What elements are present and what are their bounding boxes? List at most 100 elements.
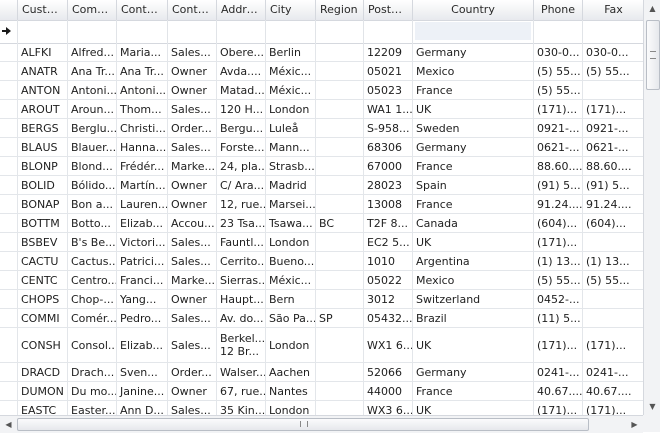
cell-region[interactable]: [316, 233, 364, 251]
row-indicator[interactable]: [0, 176, 18, 194]
cell-region[interactable]: [316, 271, 364, 289]
cell-region[interactable]: [316, 382, 364, 400]
cell-phone[interactable]: (91) 5...: [534, 176, 583, 194]
cell-phone[interactable]: 030-0...: [534, 43, 583, 61]
vertical-scroll-thumb[interactable]: [646, 20, 660, 90]
table-row[interactable]: EASTC Easter... Ann D... Sales... 35 Kin... L…: [0, 401, 643, 415]
row-indicator[interactable]: [0, 81, 18, 99]
cell-customer-id[interactable]: BERGS: [18, 119, 68, 137]
cell-fax[interactable]: [583, 81, 643, 99]
row-indicator[interactable]: [0, 382, 18, 400]
cell-contact-title[interactable]: Sales...: [168, 252, 217, 270]
cell-company[interactable]: Bon a...: [68, 195, 117, 213]
cell-region[interactable]: [316, 290, 364, 308]
cell-city[interactable]: São Pa...: [266, 309, 316, 327]
table-row[interactable]: DRACD Drach... Sven... Order... Walser... Aac…: [0, 363, 643, 382]
filter-cell-phone[interactable]: [534, 20, 583, 43]
cell-city[interactable]: Aachen: [266, 363, 316, 381]
cell-customer-id[interactable]: COMMI: [18, 309, 68, 327]
table-row[interactable]: COMMI Comér... Pedro... Sales... Av. do... Sã…: [0, 309, 643, 328]
cell-contact-title[interactable]: Sales...: [168, 138, 217, 156]
table-row[interactable]: CONSH Consol... Elizab... Sales... Berkel...…: [0, 328, 643, 363]
cell-address[interactable]: Berkel... 12 Br...: [217, 328, 266, 362]
cell-contact-title[interactable]: Sales...: [168, 401, 217, 415]
row-indicator[interactable]: [0, 119, 18, 137]
cell-address[interactable]: 120 H...: [217, 100, 266, 118]
cell-fax[interactable]: 0921-...: [583, 119, 643, 137]
cell-customer-id[interactable]: ANTON: [18, 81, 68, 99]
cell-fax[interactable]: 40.67....: [583, 382, 643, 400]
cell-postal[interactable]: 68306: [364, 138, 413, 156]
cell-customer-id[interactable]: DUMON: [18, 382, 68, 400]
cell-contact-title[interactable]: Accou...: [168, 214, 217, 232]
cell-company[interactable]: Antoni...: [68, 81, 117, 99]
cell-contact-title[interactable]: Order...: [168, 119, 217, 137]
row-indicator[interactable]: [0, 138, 18, 156]
cell-contact-title[interactable]: Order...: [168, 363, 217, 381]
cell-region[interactable]: SP: [316, 309, 364, 327]
filter-cell-fax[interactable]: [583, 20, 645, 43]
cell-postal[interactable]: WX3 6...: [364, 401, 413, 415]
cell-country[interactable]: UK: [413, 328, 534, 362]
cell-fax[interactable]: 88.60....: [583, 157, 643, 175]
cell-contact-title[interactable]: Owner: [168, 176, 217, 194]
table-row[interactable]: BOTTM Botto... Elizab... Accou... 23 Tsa... T…: [0, 214, 643, 233]
cell-fax[interactable]: (171)...: [583, 328, 643, 362]
column-header-address[interactable]: Address: [217, 0, 266, 20]
cell-phone[interactable]: 91.24....: [534, 195, 583, 213]
cell-region[interactable]: [316, 252, 364, 270]
cell-company[interactable]: Bólido...: [68, 176, 117, 194]
cell-customer-id[interactable]: CHOPS: [18, 290, 68, 308]
cell-fax[interactable]: (5) 55...: [583, 62, 643, 80]
table-row[interactable]: ALFKI Alfred... Maria... Sales... Obere... Be…: [0, 43, 643, 62]
column-header-country[interactable]: Country: [413, 0, 534, 20]
cell-region[interactable]: BC: [316, 214, 364, 232]
cell-contact-name[interactable]: Patrici...: [117, 252, 168, 270]
cell-country[interactable]: France: [413, 195, 534, 213]
table-row[interactable]: DUMON Du mo... Janine... Owner 67, rue... Nan…: [0, 382, 643, 401]
cell-contact-title[interactable]: Sales...: [168, 100, 217, 118]
cell-region[interactable]: [316, 100, 364, 118]
filter-cell-contact-title[interactable]: [168, 20, 217, 43]
cell-customer-id[interactable]: DRACD: [18, 363, 68, 381]
cell-company[interactable]: Alfred...: [68, 43, 117, 61]
cell-region[interactable]: [316, 119, 364, 137]
cell-company[interactable]: Cactus...: [68, 252, 117, 270]
cell-contact-name[interactable]: Sven...: [117, 363, 168, 381]
cell-contact-title[interactable]: Sales...: [168, 233, 217, 251]
cell-customer-id[interactable]: EASTC: [18, 401, 68, 415]
column-header-region[interactable]: Region: [316, 0, 364, 20]
cell-address[interactable]: Cerrito...: [217, 252, 266, 270]
cell-postal[interactable]: WA1 1...: [364, 100, 413, 118]
cell-contact-title[interactable]: Owner: [168, 62, 217, 80]
table-row[interactable]: ANATR Ana Tr... Ana Tr... Owner Avda.... Méxi…: [0, 62, 643, 81]
row-indicator[interactable]: [0, 363, 18, 381]
cell-address[interactable]: Fauntl...: [217, 233, 266, 251]
cell-postal[interactable]: 28023: [364, 176, 413, 194]
row-indicator[interactable]: [0, 214, 18, 232]
row-indicator-header[interactable]: [0, 0, 18, 20]
cell-contact-title[interactable]: Marke...: [168, 271, 217, 289]
cell-city[interactable]: Tsawa...: [266, 214, 316, 232]
cell-fax[interactable]: (171)...: [583, 401, 643, 416]
horizontal-scrollbar[interactable]: ◀ ▶: [0, 415, 643, 433]
cell-city[interactable]: Nantes: [266, 382, 316, 400]
cell-contact-name[interactable]: Ann D...: [117, 401, 168, 415]
row-indicator[interactable]: [0, 233, 18, 251]
cell-city[interactable]: Méxic...: [266, 81, 316, 99]
cell-contact-name[interactable]: Christi...: [117, 119, 168, 137]
table-row[interactable]: CACTU Cactus... Patrici... Sales... Cerrito.…: [0, 252, 643, 271]
cell-phone[interactable]: (171)...: [534, 328, 583, 362]
table-row[interactable]: BOLID Bólido... Martín... Owner C/ Ara... Mad…: [0, 176, 643, 195]
cell-company[interactable]: Aroun...: [68, 100, 117, 118]
cell-postal[interactable]: 12209: [364, 43, 413, 61]
row-indicator[interactable]: [0, 309, 18, 327]
horizontal-scroll-thumb[interactable]: [17, 418, 589, 431]
cell-fax[interactable]: [583, 233, 643, 251]
cell-country[interactable]: France: [413, 81, 534, 99]
cell-customer-id[interactable]: BOLID: [18, 176, 68, 194]
cell-customer-id[interactable]: BSBEV: [18, 233, 68, 251]
cell-region[interactable]: [316, 401, 364, 415]
cell-contact-name[interactable]: Franci...: [117, 271, 168, 289]
column-header-customer-id[interactable]: Custo...: [18, 0, 68, 20]
